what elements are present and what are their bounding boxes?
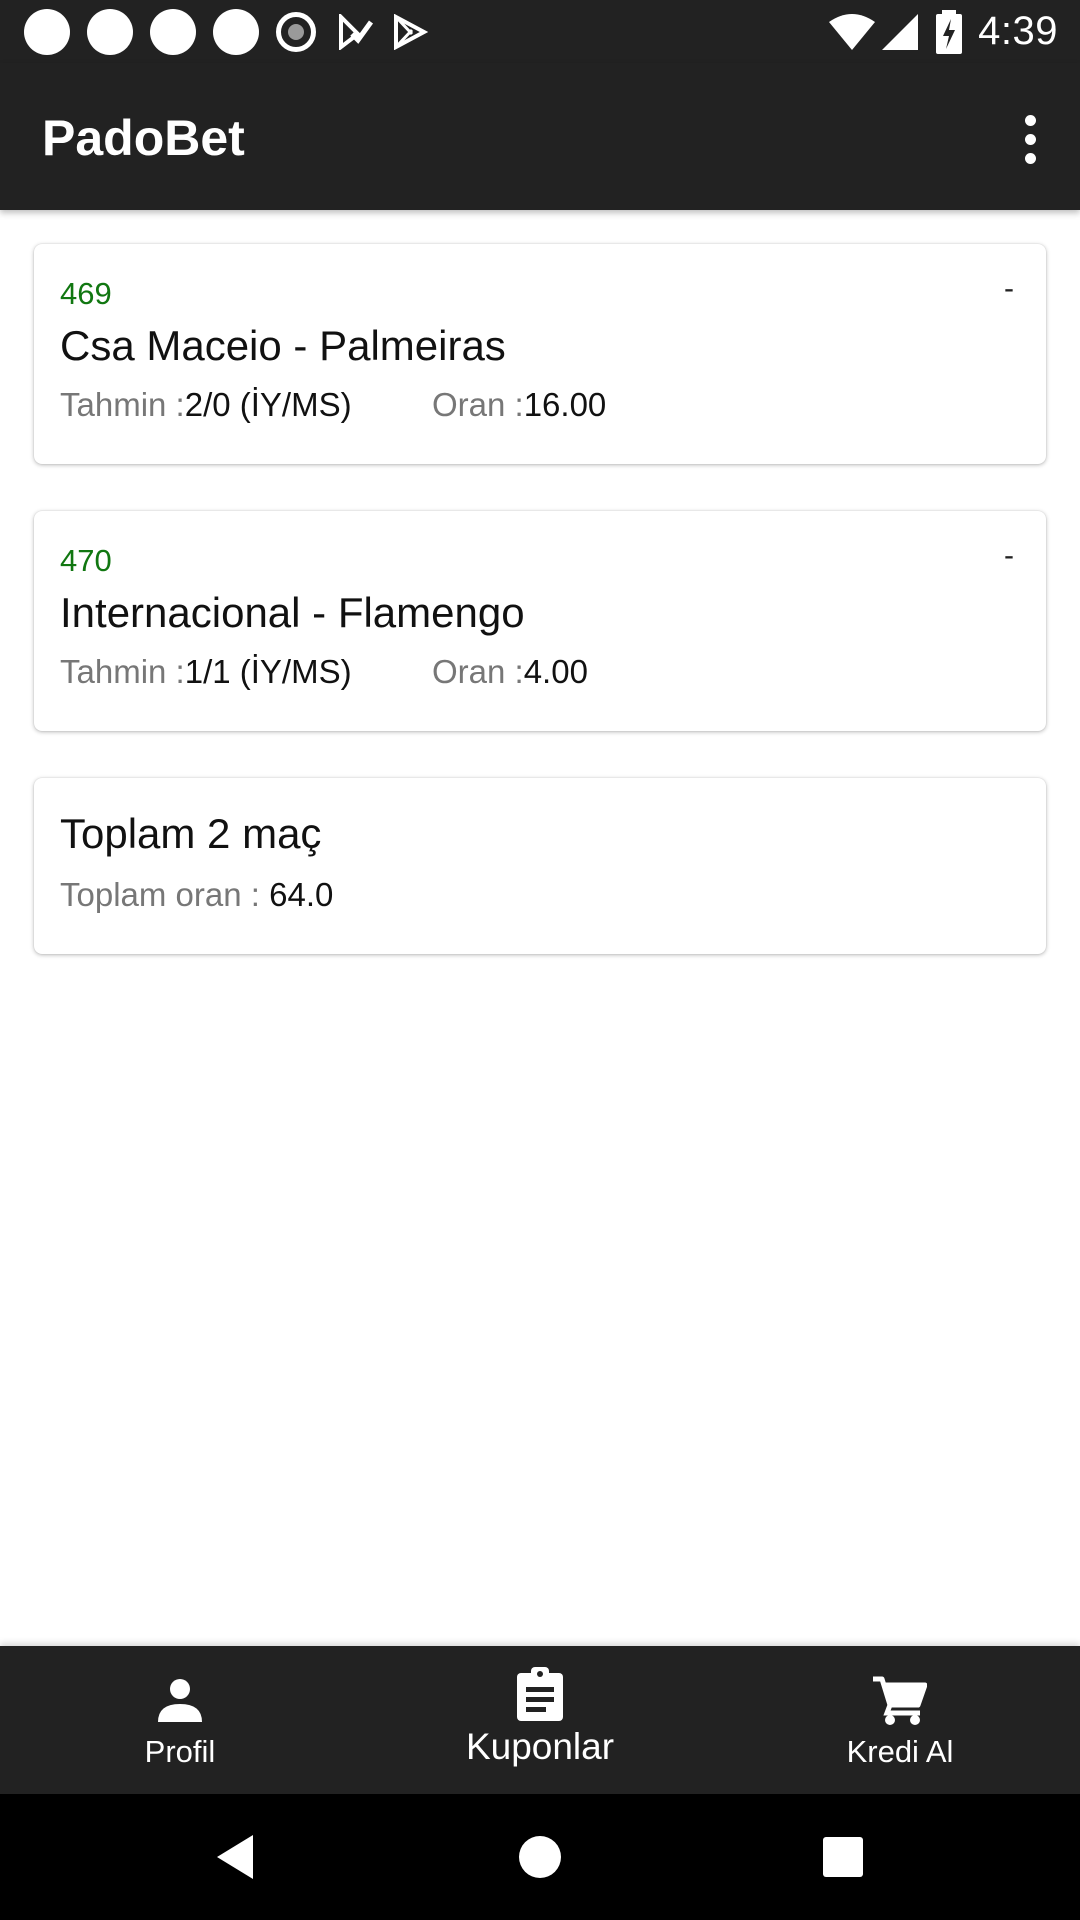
back-button[interactable]	[202, 1824, 268, 1890]
total-odds-label: Toplam oran :	[60, 876, 270, 913]
system-navigation-bar	[0, 1794, 1080, 1920]
play-store-check-icon	[339, 14, 374, 50]
total-odds: Toplam oran : 64.0	[60, 876, 333, 914]
prediction-label: Tahmin :	[60, 386, 185, 423]
coupon-card[interactable]: 469 - Csa Maceio - Palmeiras Tahmin :2/0…	[34, 244, 1046, 464]
recents-icon	[823, 1837, 863, 1877]
record-icon	[276, 12, 316, 52]
clipboard-icon	[517, 1666, 563, 1722]
shopping-cart-icon	[873, 1672, 927, 1728]
app-bar: PadoBet	[0, 63, 1080, 210]
prediction-label: Tahmin :	[60, 653, 185, 690]
more-options-button[interactable]	[994, 103, 1066, 175]
notification-dot-icon	[24, 9, 70, 55]
signal-icon	[882, 13, 919, 50]
prediction-value: 1/1 (İY/MS)	[184, 653, 352, 690]
odds-value: 4.00	[523, 653, 588, 690]
total-odds-value: 64.0	[269, 876, 334, 913]
coupon-status: -	[1004, 272, 1014, 305]
app-title: PadoBet	[42, 110, 245, 166]
system-status-icons: 4:39	[828, 0, 1058, 63]
match-name: Internacional - Flamengo	[60, 589, 525, 636]
match-name: Csa Maceio - Palmeiras	[60, 322, 506, 369]
nav-item-kredi-al[interactable]: Kredi Al	[720, 1646, 1080, 1794]
play-store-icon	[394, 14, 428, 50]
wifi-icon	[829, 13, 876, 50]
nav-label-kuponlar: Kuponlar	[465, 1726, 615, 1767]
coupon-status: -	[1004, 539, 1014, 572]
prediction-value: 2/0 (İY/MS)	[184, 386, 352, 423]
coupon-number: 469	[60, 276, 112, 311]
coupon-details: Tahmin :2/0 (İY/MS) Oran :16.00	[60, 386, 606, 424]
summary-card: Toplam 2 maç Toplam oran : 64.0	[34, 778, 1046, 954]
coupon-card[interactable]: 470 - Internacional - Flamengo Tahmin :1…	[34, 511, 1046, 731]
notification-dot-icon	[213, 9, 259, 55]
status-time: 4:39	[978, 9, 1058, 53]
coupon-details: Tahmin :1/1 (İY/MS) Oran :4.00	[60, 653, 588, 691]
status-bar: 4:39	[0, 0, 1080, 63]
recents-button[interactable]	[810, 1824, 876, 1890]
more-vert-icon	[1024, 111, 1036, 168]
bottom-navigation: Profil Kuponlar Kredi Al	[0, 1646, 1080, 1794]
odds-label: Oran :	[432, 653, 524, 690]
person-icon	[156, 1672, 204, 1728]
coupon-number: 470	[60, 543, 112, 578]
coupon-list: 469 - Csa Maceio - Palmeiras Tahmin :2/0…	[0, 210, 1080, 1646]
nav-label-profil: Profil	[144, 1734, 216, 1769]
nav-item-profil[interactable]: Profil	[0, 1646, 360, 1794]
odds-value: 16.00	[523, 386, 607, 423]
notification-dot-icon	[87, 9, 133, 55]
home-icon	[519, 1836, 561, 1878]
back-icon	[217, 1835, 253, 1879]
total-matches-title: Toplam 2 maç	[60, 810, 322, 857]
odds-label: Oran :	[432, 386, 524, 423]
battery-charging-icon	[936, 9, 963, 54]
notification-icons	[24, 8, 428, 56]
notification-dot-icon	[150, 9, 196, 55]
nav-item-kuponlar[interactable]: Kuponlar	[360, 1646, 720, 1794]
nav-label-kredi-al: Kredi Al	[846, 1734, 954, 1769]
home-button[interactable]	[507, 1824, 573, 1890]
